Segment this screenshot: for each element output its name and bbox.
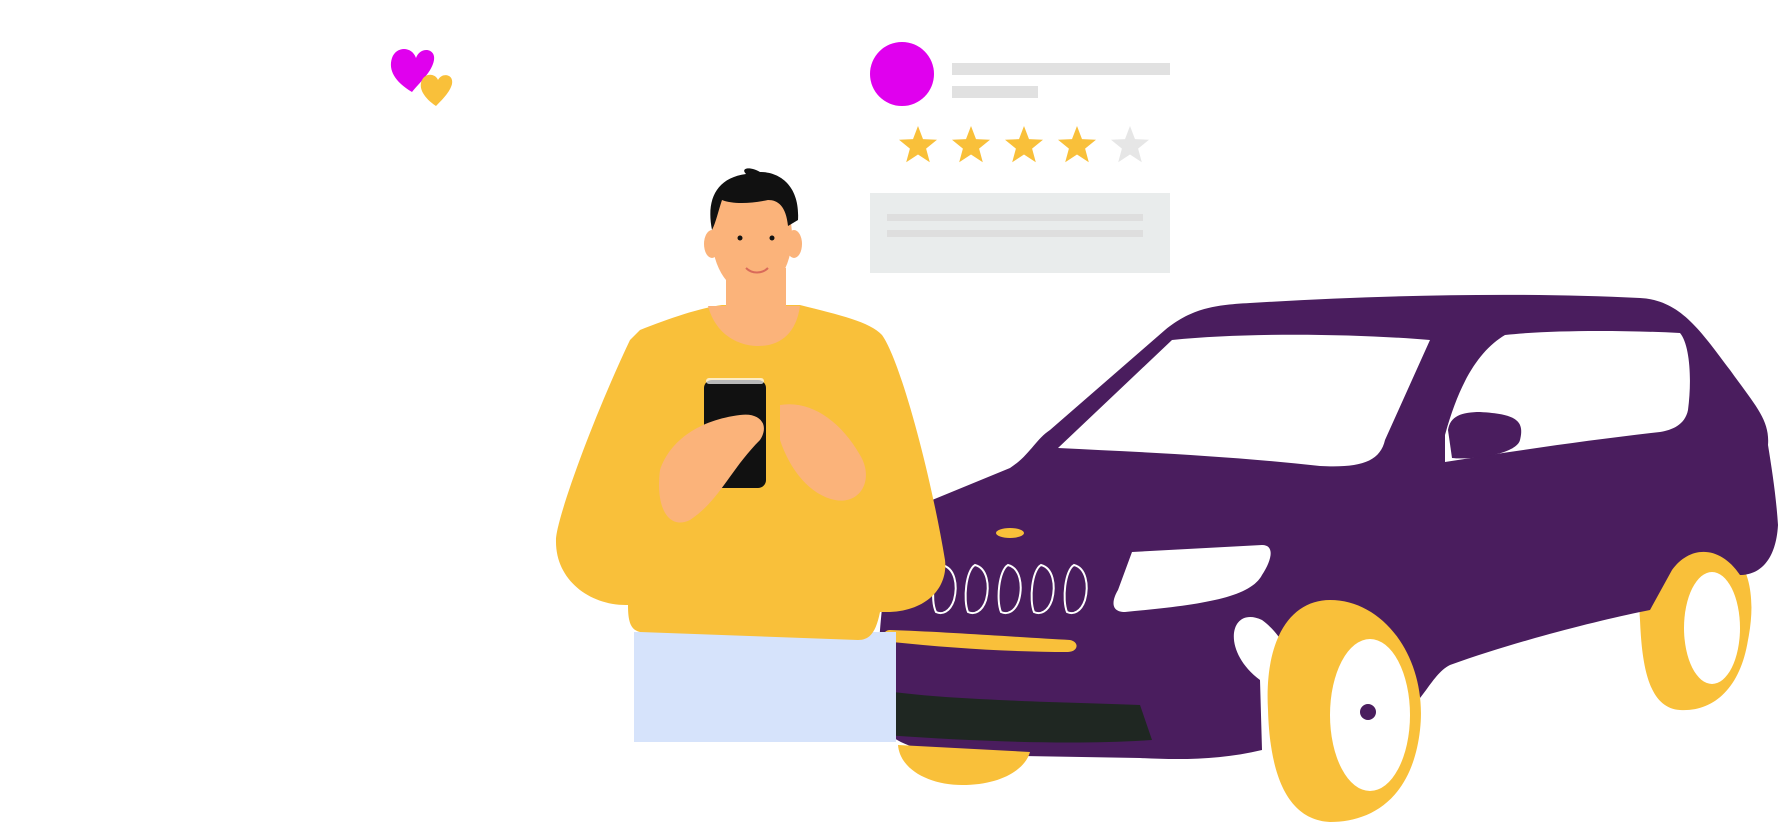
star-icon [1005,126,1043,163]
left-eye [737,235,743,241]
reviewer-avatar-icon [870,42,934,106]
reviewer-name-placeholder [952,63,1170,75]
windshield [1058,334,1430,467]
left-ear [704,230,720,258]
right-ear [786,230,802,258]
hearts-decoration [390,49,453,106]
reviewer-subtitle-placeholder [952,86,1038,98]
review-card [870,42,1170,273]
star-icon [899,126,937,163]
star-icon [1111,126,1149,163]
pants [634,632,896,742]
phone-highlight [706,378,764,384]
star-icon [1058,126,1096,163]
hood-badge [996,528,1024,538]
review-text-line-1 [887,214,1143,221]
car-illustration [878,294,1778,822]
star-icon [952,126,990,163]
right-eye [769,235,775,241]
front-hub [1360,704,1376,720]
car-front-lower-wheel [898,745,1030,785]
star-rating [899,126,1149,163]
yellow-heart-icon [420,74,453,106]
illustration-stage [0,0,1780,822]
rear-rim [1684,572,1740,684]
review-text-line-2 [887,230,1143,237]
car-review-illustration [390,42,1778,822]
